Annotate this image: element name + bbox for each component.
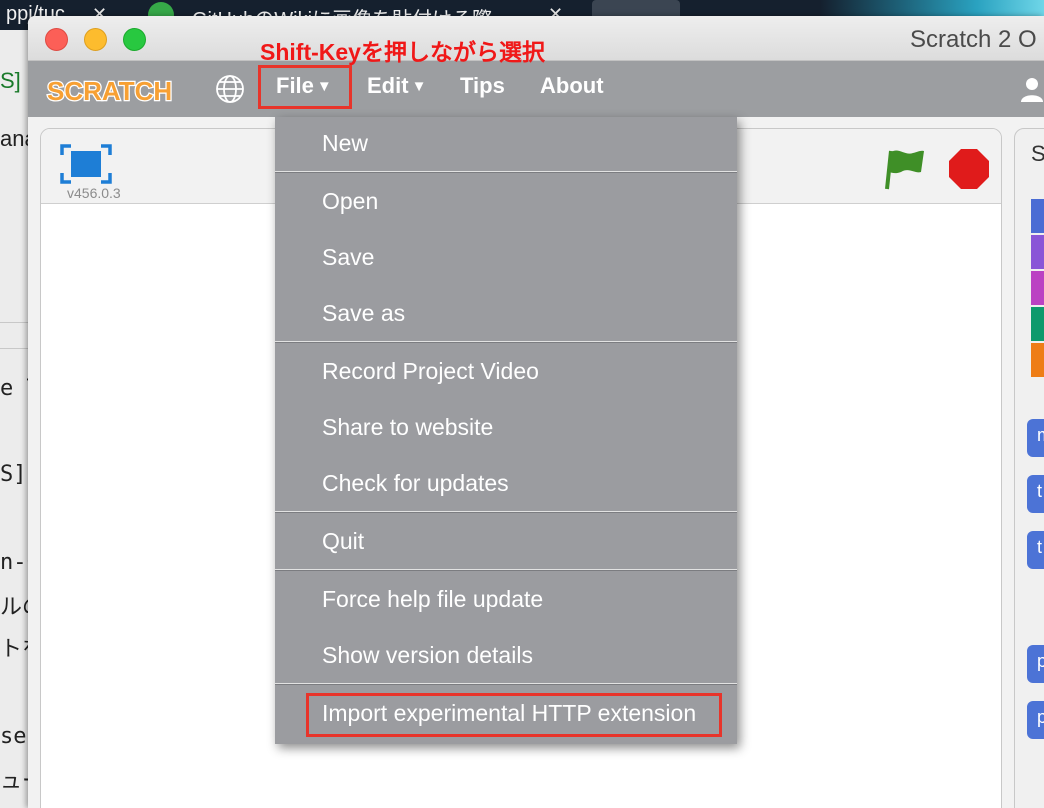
window-title: Scratch 2 O bbox=[910, 26, 1037, 53]
background-text-line: e T bbox=[0, 376, 28, 401]
menu-separator bbox=[275, 569, 737, 571]
background-text-line: S] bbox=[0, 68, 21, 93]
menu-separator bbox=[275, 341, 737, 343]
background-text-line: n-6 bbox=[0, 550, 28, 575]
background-text-line: ルの bbox=[0, 594, 28, 619]
menu-separator bbox=[275, 683, 737, 685]
menu-item-new[interactable]: New bbox=[322, 130, 368, 157]
edit-menu-label: Edit bbox=[367, 73, 409, 98]
category-sound[interactable] bbox=[1031, 271, 1044, 305]
palette-block[interactable]: t bbox=[1027, 475, 1044, 513]
category-motion[interactable] bbox=[1031, 199, 1044, 233]
background-divider bbox=[0, 322, 28, 323]
scripts-tab-label[interactable]: S bbox=[1031, 141, 1044, 167]
palette-block[interactable]: p bbox=[1027, 701, 1044, 739]
background-text-line: S]( bbox=[0, 462, 28, 487]
menu-item-quit[interactable]: Quit bbox=[322, 528, 364, 555]
tips-menu-button[interactable]: Tips bbox=[460, 73, 505, 99]
menu-separator bbox=[275, 511, 737, 513]
green-flag-icon[interactable] bbox=[881, 147, 929, 191]
version-label: v456.0.3 bbox=[67, 185, 121, 201]
scratch-logo[interactable]: SCRATCH bbox=[44, 71, 176, 107]
file-menu-dropdown: New Open Save Save as Record Project Vid… bbox=[275, 117, 737, 744]
globe-icon[interactable] bbox=[214, 73, 246, 105]
blocks-palette-panel: S m t t p p bbox=[1014, 128, 1044, 808]
scratch-logo-text: SCRATCH bbox=[47, 76, 172, 106]
menu-item-record-project-video[interactable]: Record Project Video bbox=[322, 358, 539, 385]
background-text-line: se bbox=[0, 724, 27, 749]
palette-block[interactable]: m bbox=[1027, 419, 1044, 457]
chevron-down-icon: ▼ bbox=[411, 78, 427, 95]
menu-item-save-as[interactable]: Save as bbox=[322, 300, 405, 327]
menu-separator bbox=[275, 171, 737, 173]
category-pen[interactable] bbox=[1031, 307, 1044, 341]
menu-item-check-for-updates[interactable]: Check for updates bbox=[322, 470, 509, 497]
menu-item-share-to-website[interactable]: Share to website bbox=[322, 414, 493, 441]
category-data[interactable] bbox=[1031, 343, 1044, 377]
about-menu-button[interactable]: About bbox=[540, 73, 604, 99]
category-looks[interactable] bbox=[1031, 235, 1044, 269]
fullscreen-icon[interactable] bbox=[59, 143, 113, 185]
background-text-line: トを bbox=[0, 636, 28, 661]
background-text-line: ana bbox=[0, 126, 28, 151]
palette-block[interactable]: t bbox=[1027, 531, 1044, 569]
stop-icon[interactable] bbox=[947, 147, 991, 191]
menu-item-open[interactable]: Open bbox=[322, 188, 378, 215]
user-icon[interactable] bbox=[1020, 76, 1044, 102]
scratch-menubar: SCRATCH File ▼ Edit ▼ Tips About bbox=[28, 61, 1044, 117]
background-divider bbox=[0, 348, 28, 349]
menu-item-force-help-file-update[interactable]: Force help file update bbox=[322, 586, 543, 613]
maximize-window-button[interactable] bbox=[123, 28, 146, 51]
highlight-box-file-menu bbox=[258, 65, 352, 109]
palette-block[interactable]: p bbox=[1027, 645, 1044, 683]
close-window-button[interactable] bbox=[45, 28, 68, 51]
menu-item-save[interactable]: Save bbox=[322, 244, 374, 271]
minimize-window-button[interactable] bbox=[84, 28, 107, 51]
menu-item-show-version-details[interactable]: Show version details bbox=[322, 642, 533, 669]
background-page: S] ana e T S]( n-6 ルの トを se ュー bbox=[0, 30, 28, 808]
highlight-box-import-item bbox=[306, 693, 722, 737]
annotation-note: Shift-Keyを押しながら選択 bbox=[260, 39, 545, 65]
edit-menu-button[interactable]: Edit ▼ bbox=[367, 73, 426, 99]
background-text-line: ュー bbox=[0, 768, 28, 793]
